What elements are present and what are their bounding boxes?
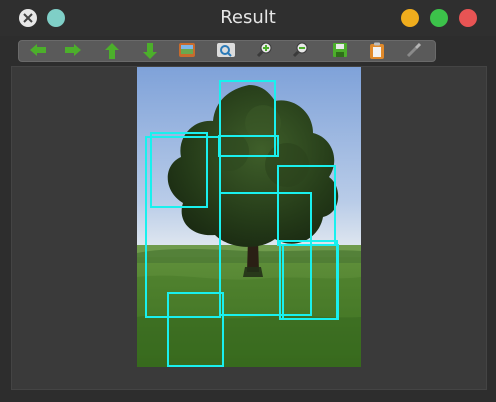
zoom-fit-icon[interactable]: [215, 42, 237, 60]
detection-overlay: [145, 80, 339, 367]
result-window: Result: [0, 0, 496, 402]
minimize-button[interactable]: [401, 9, 419, 27]
title-bar[interactable]: Result: [0, 0, 496, 36]
save-icon[interactable]: [329, 42, 351, 60]
detection-box: [167, 292, 224, 367]
arrow-down-icon[interactable]: [139, 42, 161, 60]
detection-box: [279, 240, 338, 320]
zoom-in-icon[interactable]: [254, 42, 276, 60]
window-title: Result: [220, 7, 276, 28]
detection-box: [150, 132, 208, 208]
detection-box: [145, 136, 221, 318]
copy-icon[interactable]: [366, 42, 388, 60]
detection-box: [219, 192, 312, 316]
image-icon[interactable]: [176, 42, 198, 60]
arrow-left-icon[interactable]: [27, 42, 49, 60]
arrow-right-icon[interactable]: [62, 42, 84, 60]
detection-box: [218, 135, 279, 157]
detection-box: [219, 80, 276, 157]
zoom-out-icon[interactable]: [290, 42, 312, 60]
close-button[interactable]: [459, 9, 477, 27]
detection-box: [277, 165, 336, 246]
maximize-button[interactable]: [430, 9, 448, 27]
settings-icon[interactable]: [403, 42, 425, 60]
toolbar: [18, 40, 436, 62]
arrow-up-icon[interactable]: [101, 42, 123, 60]
